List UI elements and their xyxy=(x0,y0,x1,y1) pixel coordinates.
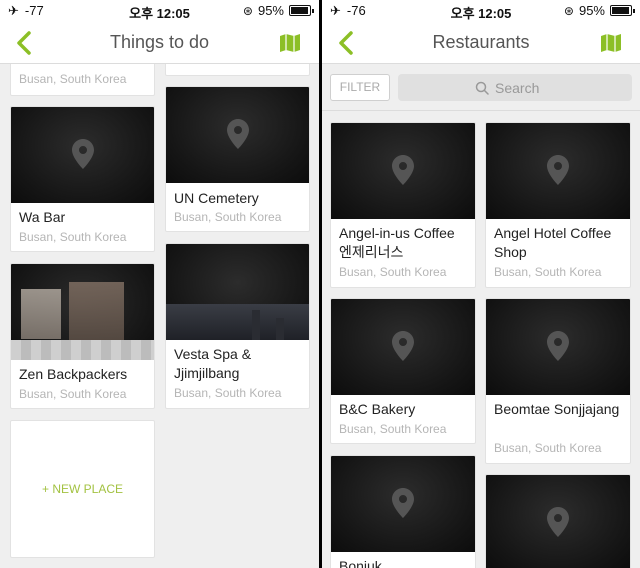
placeholder-image xyxy=(331,123,475,219)
map-icon[interactable] xyxy=(279,33,301,53)
placeholder-image xyxy=(166,87,309,183)
place-card[interactable]: B&C Bakery Busan, South Korea xyxy=(330,298,476,444)
search-icon xyxy=(475,81,489,95)
battery-icon xyxy=(610,5,635,16)
place-card[interactable]: Zen Backpackers Busan, South Korea xyxy=(10,263,155,409)
map-icon[interactable] xyxy=(600,33,622,53)
place-name: Zen Backpackers xyxy=(19,366,128,382)
status-bar: ✈ -76 오후 12:05 ⊛ 95% xyxy=(322,0,640,22)
placeholder-image xyxy=(486,123,630,219)
place-location: Busan, South Korea xyxy=(19,230,127,244)
location-pin-icon xyxy=(392,488,414,518)
nav-bar: Restaurants xyxy=(322,22,640,64)
place-location: Busan, South Korea xyxy=(19,387,127,401)
place-photo xyxy=(11,264,154,360)
place-card[interactable]: Bonjuk xyxy=(330,455,476,568)
location-pin-icon xyxy=(71,139,94,169)
place-location: Busan, South Korea xyxy=(339,422,447,436)
place-photo xyxy=(166,244,309,340)
place-name: Angel Hotel Coffee Shop xyxy=(494,225,612,260)
rotation-lock-icon: ⊛ xyxy=(242,3,253,18)
placeholder-image xyxy=(486,475,630,568)
search-bar[interactable] xyxy=(398,74,632,101)
battery-percent: 95% xyxy=(578,3,605,18)
divider xyxy=(322,110,640,111)
place-location: Busan, South Korea xyxy=(494,441,602,455)
location-pin-icon xyxy=(392,331,414,361)
place-name: Beomtae Sonjjajang xyxy=(494,401,620,417)
place-card[interactable] xyxy=(485,474,631,568)
page-title: Restaurants xyxy=(432,32,530,52)
place-location: Busan, South Korea xyxy=(494,265,602,279)
placeholder-image xyxy=(486,299,630,395)
new-place-button[interactable]: + NEW PLACE xyxy=(10,420,155,558)
battery-icon xyxy=(289,5,314,16)
place-card[interactable]: Vesta Spa & Jjimjilbang Busan, South Kor… xyxy=(165,243,310,409)
place-location: Busan, South Korea xyxy=(339,265,447,279)
place-name: B&C Bakery xyxy=(339,401,416,417)
search-input[interactable] xyxy=(495,79,555,96)
location-pin-icon xyxy=(547,331,569,361)
place-name: UN Cemetery xyxy=(174,190,259,206)
location-pin-icon xyxy=(547,507,569,537)
place-name: Wa Bar xyxy=(19,209,66,225)
status-bar: ✈ -77 오후 12:05 ⊛ 95% xyxy=(0,0,319,22)
place-card[interactable]: UN Cemetery Busan, South Korea xyxy=(165,86,310,232)
location-pin-icon xyxy=(392,155,414,185)
rotation-lock-icon: ⊛ xyxy=(563,3,574,18)
location-pin-icon xyxy=(226,119,249,149)
place-name: Angel-in-us Coffee 엔제리너스 xyxy=(339,225,455,260)
page-title: Things to do xyxy=(109,32,210,52)
place-card[interactable]: Angel-in-us Coffee 엔제리너스 Busan, South Ko… xyxy=(330,122,476,288)
filter-button[interactable]: FILTER xyxy=(330,74,390,101)
place-card[interactable]: Angel Hotel Coffee Shop Busan, South Kor… xyxy=(485,122,631,288)
battery-percent: 95% xyxy=(257,3,284,18)
placeholder-image xyxy=(331,456,475,552)
location-pin-icon xyxy=(547,155,569,185)
place-card[interactable]: Beomtae Sonjjajang Busan, South Korea xyxy=(485,298,631,464)
restaurants-screen: ✈-76 오후 12:05 ⊛ 95% Restaurants FILTER A… xyxy=(322,0,640,568)
place-name: Bonjuk xyxy=(339,558,382,568)
place-card[interactable]: Wa Bar Busan, South Korea xyxy=(10,106,155,252)
place-location: Busan, South Korea xyxy=(174,386,282,400)
place-location: Busan, South Korea xyxy=(174,210,282,224)
placeholder-image xyxy=(11,107,154,203)
placeholder-image xyxy=(331,299,475,395)
place-name: Vesta Spa & Jjimjilbang xyxy=(174,346,252,381)
things-to-do-screen: ✈-77 오후 12:05 ⊛ 95% Things to do Busan, … xyxy=(0,0,319,568)
place-location: Busan, South Korea xyxy=(19,72,127,86)
